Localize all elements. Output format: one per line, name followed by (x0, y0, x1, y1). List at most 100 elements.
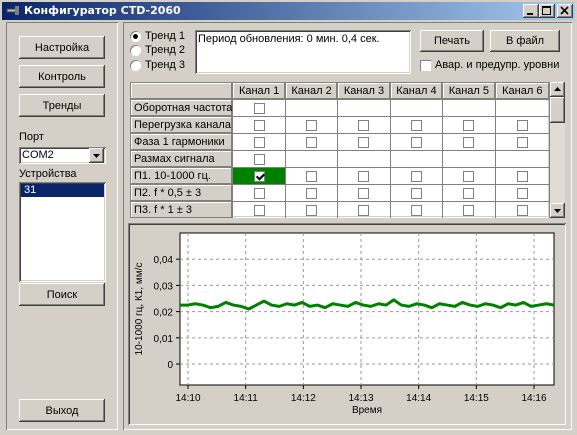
grid-cell[interactable] (284, 201, 339, 218)
window-title: Конфигуратор СТD-2060 (24, 4, 181, 17)
scroll-down-button[interactable] (550, 203, 565, 218)
channel-checkbox[interactable] (306, 136, 318, 148)
channel-checkbox[interactable] (253, 136, 265, 148)
port-dropdown-button[interactable] (89, 148, 104, 163)
devices-list[interactable]: 31 (19, 182, 106, 282)
grid-cell[interactable] (389, 201, 444, 218)
grid-cell[interactable] (337, 116, 391, 134)
grid-cell[interactable] (337, 133, 391, 151)
grid-cell[interactable] (337, 201, 391, 218)
save-to-file-button[interactable]: В файл (490, 30, 560, 52)
trends-button[interactable]: Тренды (19, 94, 105, 117)
grid-cell[interactable] (442, 167, 496, 185)
channel-checkbox[interactable] (253, 170, 265, 182)
channel-checkbox[interactable] (253, 153, 265, 165)
channel-checkbox[interactable] (253, 119, 265, 131)
maximize-button[interactable] (539, 4, 555, 18)
exit-button[interactable]: Выход (19, 399, 105, 422)
row-header: П2. f * 0,5 ± 3 (130, 184, 234, 202)
channel-checkbox[interactable] (306, 119, 318, 131)
channel-checkbox[interactable] (410, 204, 422, 216)
grid-cell[interactable] (232, 150, 286, 168)
grid-cell[interactable] (494, 167, 550, 185)
trend2-radio[interactable] (130, 45, 141, 56)
arrow-down-icon (554, 209, 561, 213)
grid-cell[interactable] (389, 133, 444, 151)
channel-checkbox[interactable] (516, 170, 528, 182)
trend3-radio[interactable] (130, 60, 141, 71)
grid-cell[interactable] (494, 133, 550, 151)
grid-cell[interactable] (232, 99, 286, 117)
channel-checkbox[interactable] (463, 136, 475, 148)
device-item[interactable]: 31 (21, 184, 104, 197)
channel-checkbox[interactable] (463, 119, 475, 131)
grid-cell[interactable] (337, 184, 391, 202)
channel-checkbox[interactable] (463, 187, 475, 199)
column-header-channel-4[interactable]: Канал 4 (389, 82, 444, 100)
grid-cell[interactable] (442, 133, 496, 151)
channel-checkbox[interactable] (516, 119, 528, 131)
grid-cell[interactable] (284, 167, 339, 185)
channel-checkbox[interactable] (463, 204, 475, 216)
scroll-thumb[interactable] (550, 97, 565, 123)
y-tick-label: 0 (167, 360, 173, 371)
channel-checkbox[interactable] (306, 204, 318, 216)
channel-checkbox[interactable] (358, 187, 370, 199)
control-button[interactable]: Контроль (19, 65, 105, 88)
close-button[interactable] (557, 4, 573, 18)
grid-cell[interactable] (232, 201, 286, 218)
grid-cell[interactable] (232, 184, 286, 202)
title-bar[interactable]: Конфигуратор СТD-2060 (2, 2, 575, 20)
channel-checkbox[interactable] (306, 170, 318, 182)
grid-cell[interactable] (284, 184, 339, 202)
column-header-channel-2[interactable]: Канал 2 (284, 82, 339, 100)
channel-checkbox[interactable] (410, 119, 422, 131)
channel-checkbox[interactable] (358, 204, 370, 216)
channel-checkbox[interactable] (516, 136, 528, 148)
grid-cell[interactable] (442, 184, 496, 202)
channel-checkbox[interactable] (253, 102, 265, 114)
grid-cell[interactable] (389, 167, 444, 185)
alarm-levels-checkbox[interactable] (420, 60, 431, 71)
channel-checkbox[interactable] (358, 119, 370, 131)
grid-cell[interactable] (389, 116, 444, 134)
channel-checkbox[interactable] (410, 136, 422, 148)
channel-checkbox[interactable] (410, 187, 422, 199)
column-header-channel-5[interactable]: Канал 5 (442, 82, 496, 100)
search-button[interactable]: Поиск (19, 283, 105, 306)
port-select[interactable]: COM2 (19, 147, 106, 164)
grid-cell[interactable] (232, 167, 286, 185)
scroll-up-button[interactable] (550, 82, 565, 97)
trend3-label: Тренд 3 (145, 59, 186, 71)
grid-cell[interactable] (389, 184, 444, 202)
channel-checkbox[interactable] (358, 136, 370, 148)
channel-checkbox[interactable] (516, 204, 528, 216)
channel-checkbox[interactable] (253, 187, 265, 199)
trend1-radio[interactable] (130, 31, 141, 42)
grid-cell[interactable] (494, 201, 550, 218)
grid-cell[interactable] (232, 116, 286, 134)
grid-cell[interactable] (442, 116, 496, 134)
grid-cell[interactable] (494, 184, 550, 202)
grid-cell[interactable] (284, 116, 339, 134)
channel-checkbox[interactable] (253, 204, 265, 216)
column-header-channel-3[interactable]: Канал 3 (337, 82, 391, 100)
column-header-channel-6[interactable]: Канал 6 (494, 82, 550, 100)
grid-scrollbar[interactable] (550, 82, 565, 218)
channel-checkbox[interactable] (358, 170, 370, 182)
grid-cell[interactable] (494, 116, 550, 134)
grid-cell[interactable] (232, 133, 286, 151)
print-button[interactable]: Печать (420, 30, 484, 52)
channel-checkbox[interactable] (516, 187, 528, 199)
channel-checkbox[interactable] (463, 170, 475, 182)
grid-cell[interactable] (337, 167, 391, 185)
settings-button[interactable]: Настройка (19, 36, 105, 59)
grid-cell[interactable] (284, 133, 339, 151)
channel-checkbox[interactable] (306, 187, 318, 199)
arrow-up-icon (554, 87, 561, 91)
channel-checkbox[interactable] (410, 170, 422, 182)
grid-cell[interactable] (442, 201, 496, 218)
column-header-channel-1[interactable]: Канал 1 (232, 82, 286, 100)
app-icon (6, 6, 19, 15)
minimize-button[interactable] (523, 4, 539, 18)
